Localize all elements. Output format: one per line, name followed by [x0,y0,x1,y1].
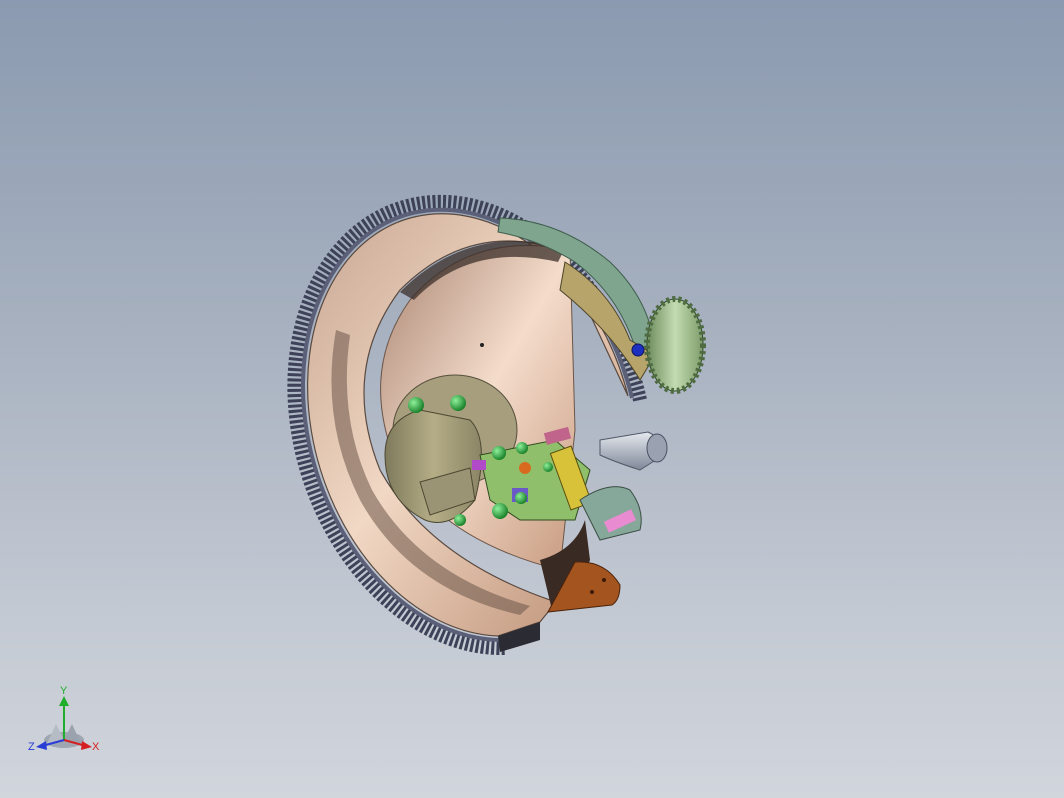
x-axis-arrow-icon [81,741,92,750]
bolt[interactable] [492,503,508,519]
z-axis-arrow-icon [36,741,47,750]
starter-pinion[interactable] [644,296,706,394]
y-axis-label: Y [60,685,68,697]
bolt[interactable] [450,395,466,411]
x-axis-label: X [92,741,100,753]
y-axis-arrow-icon [59,696,69,706]
bolt[interactable] [515,492,527,504]
z-axis-label: Z [28,741,35,753]
bolt[interactable] [516,442,528,454]
bolt[interactable] [454,514,466,526]
orientation-triad[interactable]: Y X Z [26,684,106,756]
bolt[interactable] [408,397,424,413]
shift-shaft[interactable] [599,431,668,471]
bolt[interactable] [492,446,506,460]
flywheel-assembly-model[interactable] [0,0,1064,798]
graphics-viewport[interactable]: Y X Z [0,0,1064,798]
bolt[interactable] [543,462,553,472]
